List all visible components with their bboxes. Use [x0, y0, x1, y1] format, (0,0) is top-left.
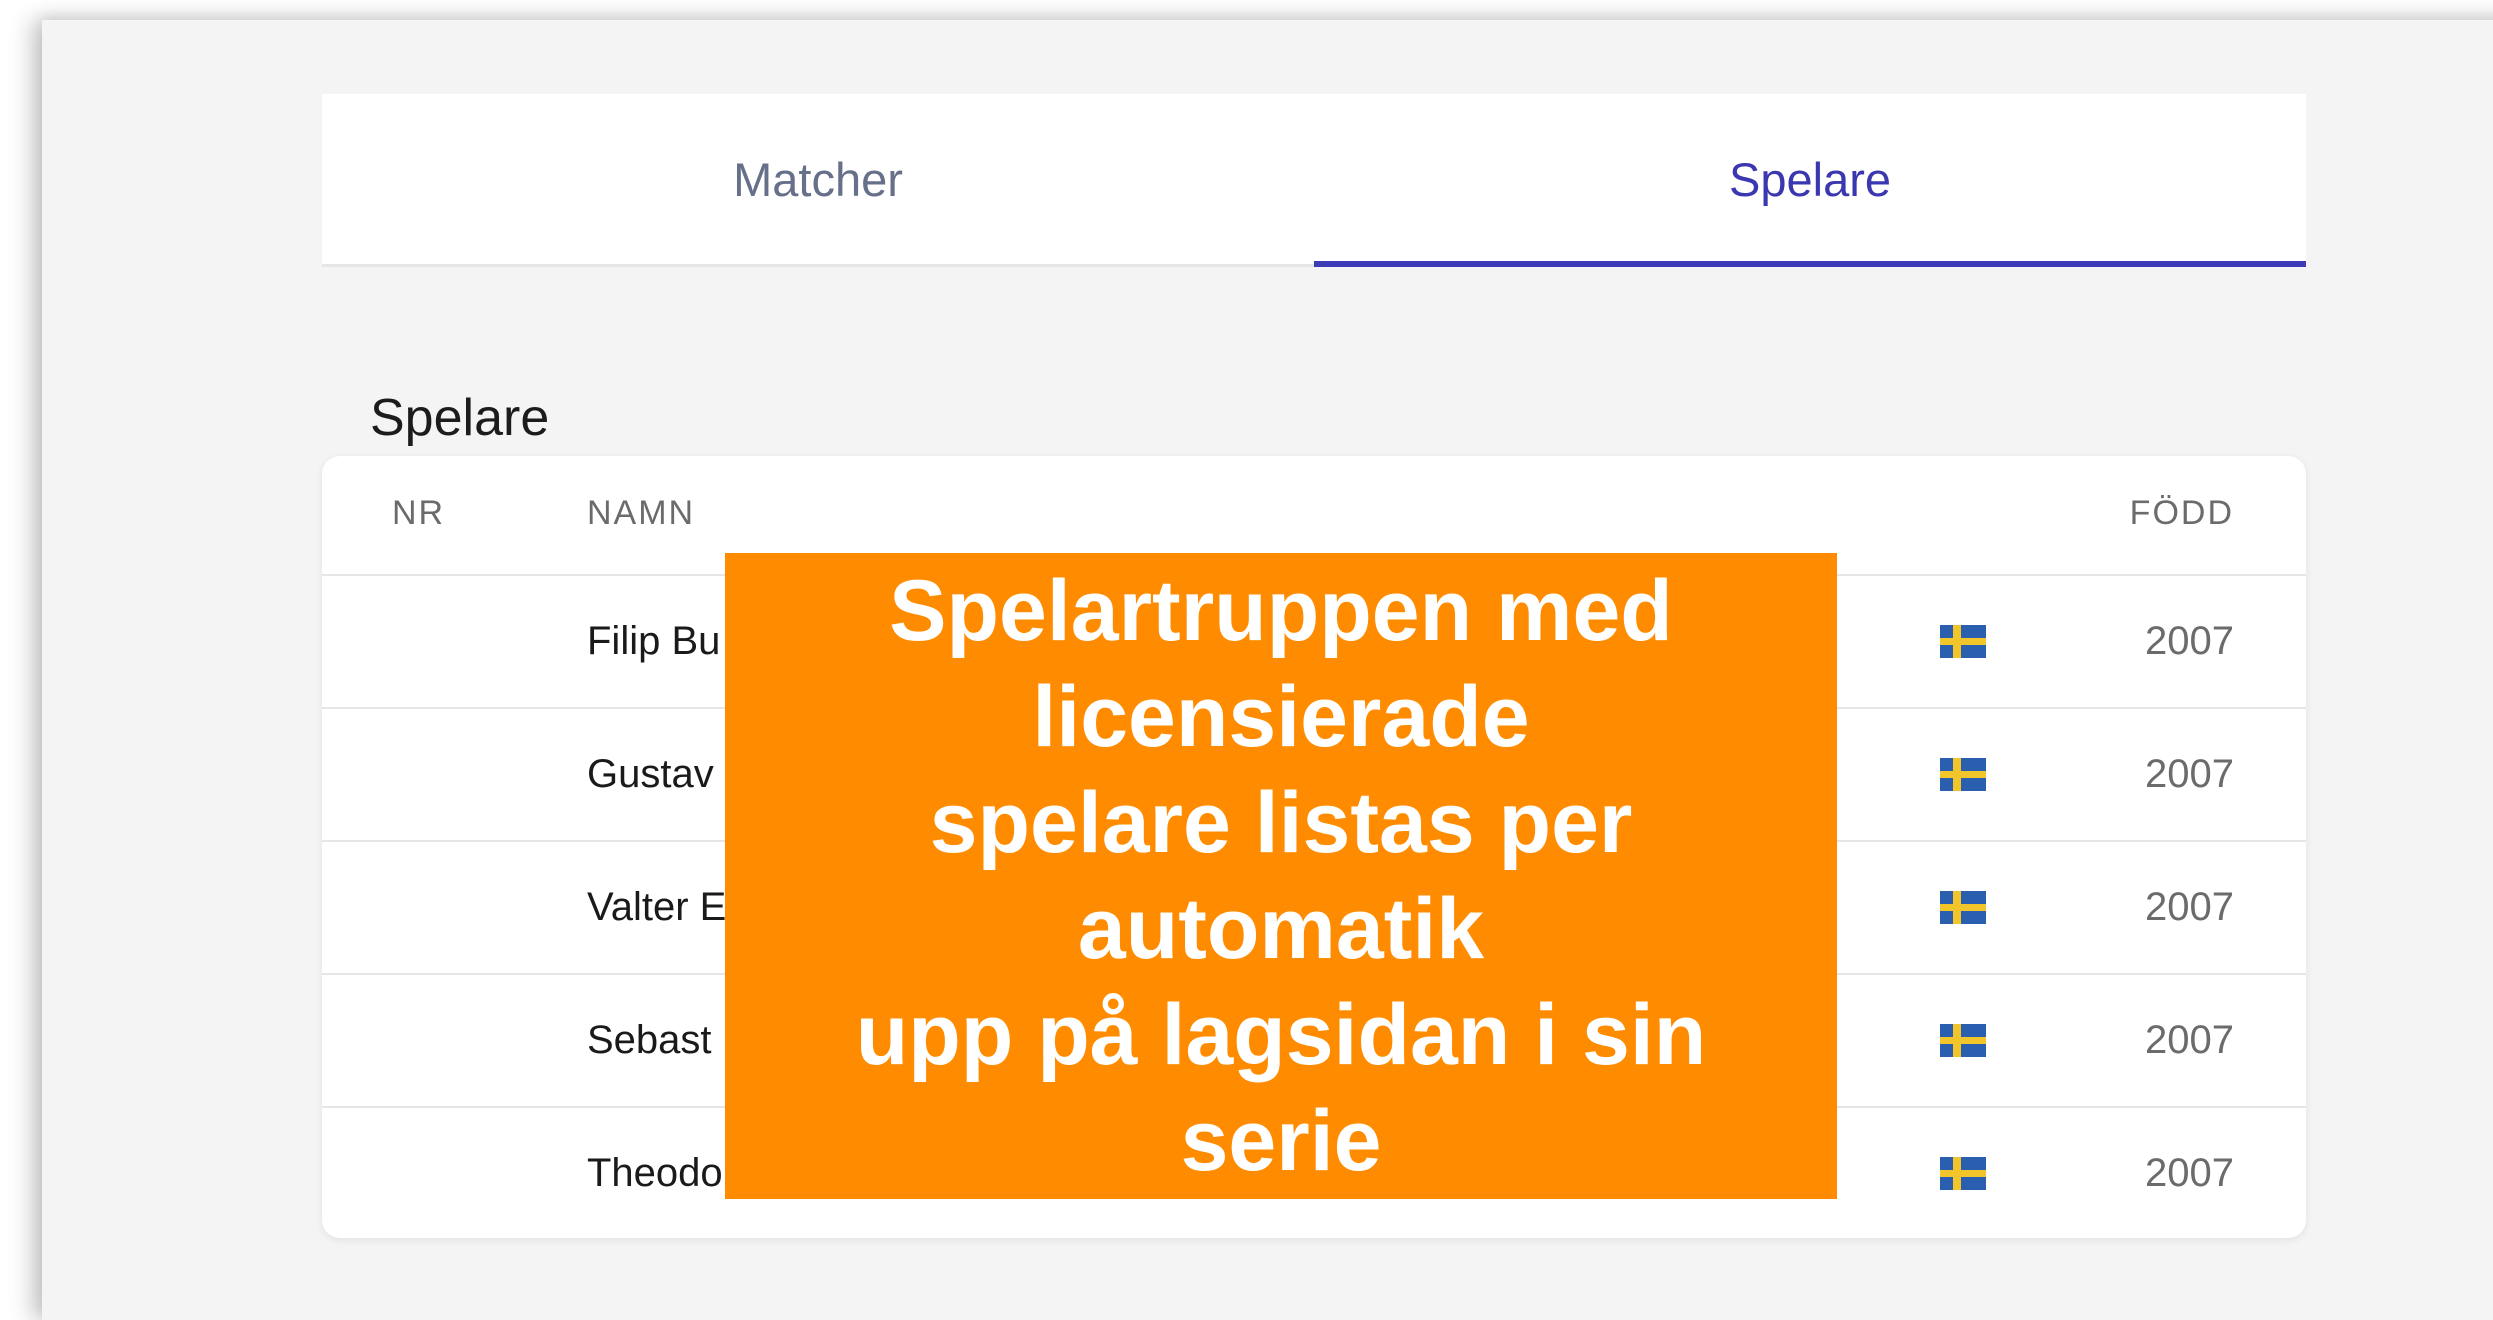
player-name[interactable]: Gustav — [587, 752, 714, 797]
swedish-flag-icon — [1940, 625, 1986, 658]
swedish-flag-icon — [1940, 891, 1986, 924]
tab-spelare[interactable]: Spelare — [1314, 94, 2306, 267]
info-callout: Spelartruppen med licensierade spelare l… — [725, 553, 1837, 1199]
swedish-flag-icon — [1940, 1157, 1986, 1190]
swedish-flag-icon — [1940, 1024, 1986, 1057]
callout-text: Spelartruppen med licensierade spelare l… — [855, 563, 1707, 1189]
player-birth-year: 2007 — [2145, 1151, 2234, 1195]
column-header-nr: NR — [392, 494, 446, 532]
player-name[interactable]: Theodo — [587, 1151, 723, 1196]
player-name[interactable]: Sebast — [587, 1018, 712, 1063]
column-header-name: NAMN — [587, 494, 696, 532]
player-birth-year: 2007 — [2145, 619, 2234, 663]
player-birth-year: 2007 — [2145, 885, 2234, 929]
player-name[interactable]: Filip Bu — [587, 619, 720, 664]
player-name[interactable]: Valter E — [587, 885, 726, 930]
player-birth-year: 2007 — [2145, 752, 2234, 796]
tab-matcher[interactable]: Matcher — [322, 94, 1314, 264]
column-header-born: FÖDD — [2129, 494, 2234, 532]
section-title: Spelare — [370, 389, 550, 447]
swedish-flag-icon — [1940, 758, 1986, 791]
tab-bar: Matcher Spelare — [322, 94, 2306, 267]
player-birth-year: 2007 — [2145, 1018, 2234, 1062]
